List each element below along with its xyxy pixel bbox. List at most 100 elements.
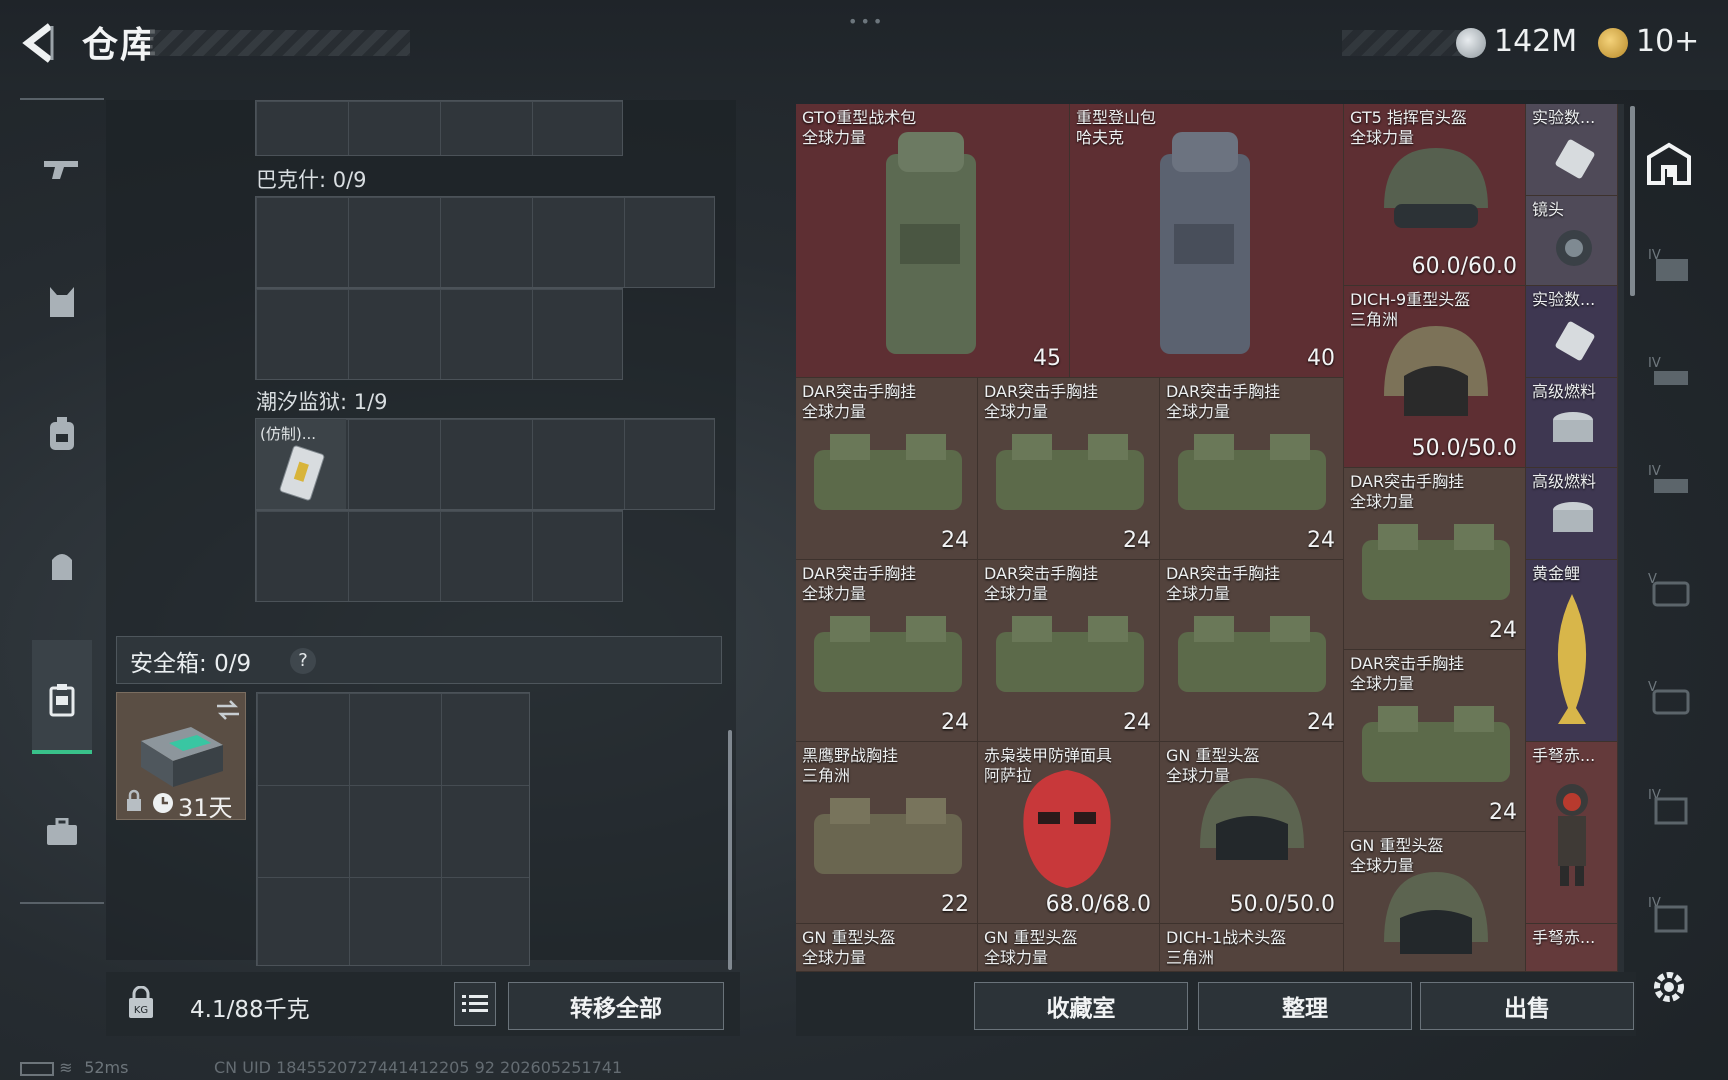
inventory-item[interactable]: DAR突击手胸挂 全球力量 24 — [1160, 378, 1344, 560]
item-faction: 哈夫克 — [1076, 128, 1125, 147]
storage-tab-4d-icon[interactable]: IV — [1640, 776, 1698, 834]
storage-tab-4c-icon[interactable]: IV — [1640, 452, 1698, 510]
safe-box-tab-icon[interactable] — [30, 668, 94, 732]
item-name: 高级燃料 — [1532, 472, 1597, 491]
triangle-coin-icon[interactable] — [1598, 28, 1628, 58]
keycard-icon — [279, 445, 325, 501]
chest-rig-icon — [996, 616, 1144, 692]
storage-tab-5-icon[interactable]: V — [1640, 560, 1698, 618]
battery-icon — [20, 1061, 54, 1076]
helmet-icon — [1384, 872, 1488, 954]
bakesh-slot-grid[interactable] — [255, 196, 715, 288]
inventory-item[interactable]: GT5 指挥官头盔 全球力量 60.0/60.0 — [1344, 104, 1526, 286]
fuel-can-icon — [1553, 502, 1593, 532]
item-name: DAR突击手胸挂 — [984, 564, 1099, 583]
tidal-prison-slot-grid-lower[interactable] — [255, 510, 623, 602]
bag-tab-icon[interactable] — [30, 534, 94, 598]
inventory-scrollbar[interactable] — [1630, 106, 1635, 296]
storage-tab-4-icon[interactable]: IV — [1640, 236, 1698, 294]
storage-tab-4e-icon[interactable]: IV — [1640, 884, 1698, 942]
backpack-tab-icon[interactable] — [30, 402, 94, 466]
storage-tab-4b-icon[interactable]: IV — [1640, 344, 1698, 402]
warehouse-tab-icon[interactable] — [1640, 134, 1698, 192]
item-name: DICH-1战术头盔 — [1166, 928, 1287, 947]
inventory-item[interactable]: DAR突击手胸挂 全球力量 24 — [1344, 650, 1526, 832]
item-name: DAR突击手胸挂 — [1166, 564, 1281, 583]
inventory-item[interactable]: 黄金鲤 — [1526, 560, 1618, 742]
inventory-item[interactable]: DAR突击手胸挂 全球力量 24 — [796, 560, 978, 742]
top-slot-grid[interactable] — [255, 100, 623, 156]
replica-item[interactable]: (仿制)... — [256, 419, 346, 509]
inventory-item[interactable]: 实验数... — [1526, 104, 1618, 196]
item-faction: 全球力量 — [802, 948, 867, 967]
item-capacity: 24 — [941, 710, 969, 735]
back-arrow-icon — [22, 23, 54, 63]
item-capacity: 22 — [941, 892, 969, 917]
collection-room-button[interactable]: 收藏室 — [974, 982, 1188, 1030]
inventory-item[interactable]: DICH-9重型头盔 三角洲 50.0/50.0 — [1344, 286, 1526, 468]
inventory-item[interactable]: GN 重型头盔 全球力量 — [796, 924, 978, 972]
item-capacity: 24 — [1307, 710, 1335, 735]
title-decoration — [150, 30, 410, 56]
swap-icon — [217, 700, 239, 720]
bakesh-slot-grid-lower[interactable] — [255, 288, 623, 380]
list-view-button[interactable] — [454, 982, 496, 1026]
safe-box-help-button[interactable]: ? — [290, 648, 316, 674]
inventory-item[interactable]: DAR突击手胸挂 全球力量 24 — [978, 378, 1160, 560]
inventory-item[interactable]: DAR突击手胸挂 全球力量 24 — [1160, 560, 1344, 742]
inventory-item[interactable]: 手弩赤... — [1526, 924, 1618, 972]
inventory-item[interactable]: DAR突击手胸挂 全球力量 24 — [978, 560, 1160, 742]
inventory-grid: GTO重型战术包 全球力量 45 重型登山包 哈夫克 40 GT5 指挥官头盔 全球力… — [796, 104, 1624, 972]
armor-tab-icon[interactable] — [30, 270, 94, 334]
chest-rig-icon — [814, 798, 962, 874]
helmet-icon — [1200, 778, 1304, 860]
item-capacity: 24 — [1123, 710, 1151, 735]
back-button[interactable] — [18, 20, 60, 66]
sell-button[interactable]: 出售 — [1420, 982, 1634, 1030]
storage-tab-5b-icon[interactable]: V — [1640, 668, 1698, 726]
safe-box-slot-grid[interactable] — [256, 692, 530, 966]
inventory-item[interactable]: GN 重型头盔 全球力量 — [978, 924, 1160, 972]
inventory-item[interactable]: DAR突击手胸挂 全球力量 24 — [796, 378, 978, 560]
item-name: DAR突击手胸挂 — [802, 564, 917, 583]
inventory-item[interactable]: 高级燃料 — [1526, 378, 1618, 468]
transfer-all-button[interactable]: 转移全部 — [508, 982, 724, 1030]
triangle-coin-balance[interactable]: 10+ — [1636, 24, 1699, 59]
item-durability: 68.0/68.0 — [1045, 892, 1151, 917]
inventory-item[interactable]: DAR突击手胸挂 全球力量 24 — [1344, 468, 1526, 650]
fuel-can-icon — [1553, 412, 1593, 442]
chest-rig-icon — [1362, 524, 1510, 600]
inventory-item[interactable]: 手弩赤... — [1526, 742, 1618, 924]
item-name: DAR突击手胸挂 — [984, 382, 1099, 401]
list-icon — [462, 995, 488, 1012]
inventory-item[interactable]: GN 重型头盔 全球力量 50.0/50.0 — [1160, 742, 1344, 924]
briefcase-tab-icon[interactable] — [30, 800, 94, 864]
svg-text:IV: IV — [1648, 464, 1661, 479]
organize-button[interactable]: 整理 — [1198, 982, 1412, 1030]
item-capacity: 45 — [1033, 346, 1061, 371]
inventory-item[interactable]: 黑鹰野战胸挂 三角洲 22 — [796, 742, 978, 924]
inventory-item[interactable]: GTO重型战术包 全球力量 45 — [796, 104, 1070, 378]
inventory-item[interactable]: GN 重型头盔 全球力量 — [1344, 832, 1526, 972]
player-uid: CN UID 1845520727441412205 92 2026052517… — [214, 1058, 623, 1077]
inventory-item[interactable]: 高级燃料 — [1526, 468, 1618, 560]
chest-rig-icon — [814, 616, 962, 692]
item-name: DAR突击手胸挂 — [1350, 654, 1465, 673]
inventory-item[interactable]: DICH-1战术头盔 三角洲 — [1160, 924, 1344, 972]
container-scrollbar[interactable] — [728, 730, 732, 970]
item-name: GN 重型头盔 — [1350, 836, 1444, 855]
item-name: GN 重型头盔 — [984, 928, 1078, 947]
item-name: 黑鹰野战胸挂 — [802, 746, 899, 765]
chest-rig-icon — [814, 434, 962, 510]
inventory-item[interactable]: 镜头 — [1526, 196, 1618, 286]
settings-gear-icon[interactable] — [1640, 958, 1698, 1016]
item-name: GT5 指挥官头盔 — [1350, 108, 1467, 127]
weapon-tab-icon[interactable] — [30, 138, 94, 202]
inventory-item[interactable]: 重型登山包 哈夫克 40 — [1070, 104, 1344, 378]
item-faction: 全球力量 — [1166, 402, 1231, 421]
item-name: 实验数... — [1532, 290, 1596, 309]
item-faction: 全球力量 — [984, 948, 1049, 967]
inventory-item[interactable]: 赤枭装甲防弹面具 阿萨拉 68.0/68.0 — [978, 742, 1160, 924]
inventory-item[interactable]: 实验数... — [1526, 286, 1618, 378]
item-faction: 三角洲 — [802, 766, 851, 785]
